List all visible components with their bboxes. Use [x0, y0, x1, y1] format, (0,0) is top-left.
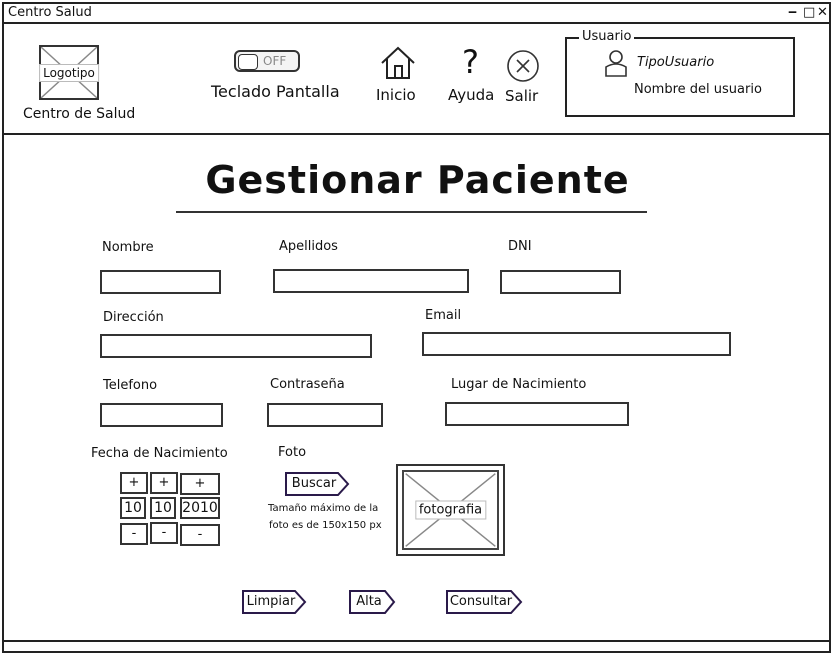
user-icon [605, 50, 627, 77]
year-increment-button[interactable]: + [180, 473, 220, 495]
contrasena-label: Contraseña [270, 377, 345, 392]
day-increment-button[interactable]: + [120, 472, 148, 494]
page-title: Gestionar Paciente [205, 158, 630, 202]
user-name: Nombre del usuario [634, 82, 762, 97]
help-label[interactable]: Ayuda [448, 86, 494, 104]
photo-size-note-line1: Tamaño máximo de la [268, 503, 379, 514]
user-type: TipoUsuario [637, 55, 715, 70]
window-title: Centro Salud [8, 5, 92, 20]
nombre-label: Nombre [102, 240, 154, 255]
email-input[interactable] [422, 332, 731, 356]
center-name: Centro de Salud [23, 106, 136, 122]
logo-label: Logotipo [39, 63, 99, 82]
toggle-knob [238, 54, 258, 70]
consultar-button-label: Consultar [449, 594, 513, 609]
apellidos-label: Apellidos [279, 239, 338, 254]
photo-placeholder: fotografia [396, 464, 505, 556]
home-icon [381, 46, 415, 79]
month-increment-button[interactable]: + [150, 472, 178, 494]
limpiar-button-label: Limpiar [246, 594, 296, 609]
home-button[interactable] [380, 46, 416, 80]
month-value[interactable]: 10 [150, 497, 176, 519]
lugar-nacimiento-input[interactable] [445, 402, 629, 426]
close-window-icon[interactable]: ✕ [817, 5, 828, 20]
maximize-icon[interactable]: □ [803, 5, 815, 20]
user-panel: Usuario TipoUsuario Nombre del usuario [565, 29, 795, 117]
buscar-button-label: Buscar [291, 476, 337, 491]
photo-placeholder-label: fotografia [414, 500, 487, 520]
help-icon[interactable]: ? [462, 44, 479, 80]
month-decrement-button[interactable]: - [150, 522, 178, 544]
apellidos-input[interactable] [273, 269, 469, 293]
alta-button[interactable]: Alta [348, 589, 396, 615]
buscar-button[interactable]: Buscar [284, 471, 350, 497]
minimize-icon[interactable]: ‒ [788, 5, 797, 20]
contrasena-input[interactable] [267, 403, 383, 427]
nombre-input[interactable] [100, 270, 221, 294]
close-circle-icon [507, 50, 539, 82]
year-decrement-button[interactable]: - [180, 524, 220, 546]
telefono-label: Telefono [103, 378, 158, 393]
title-bar: Centro Salud ‒ □ ✕ [2, 2, 831, 24]
consultar-button[interactable]: Consultar [445, 589, 523, 615]
title-underline [176, 211, 647, 213]
header-divider [2, 133, 831, 135]
direccion-label: Dirección [103, 310, 164, 325]
email-label: Email [425, 308, 462, 323]
telefono-input[interactable] [100, 403, 223, 427]
dni-input[interactable] [500, 270, 621, 294]
home-label[interactable]: Inicio [376, 86, 416, 104]
user-panel-legend: Usuario [579, 29, 635, 44]
lugar-nacimiento-label: Lugar de Nacimiento [451, 377, 587, 392]
footer-divider [2, 640, 831, 642]
direccion-input[interactable] [100, 334, 372, 358]
dni-label: DNI [508, 239, 532, 254]
keyboard-toggle[interactable]: OFF [234, 50, 300, 72]
exit-button[interactable] [506, 49, 540, 83]
keyboard-toggle-label: Teclado Pantalla [211, 82, 340, 101]
photo-size-note-line2: foto es de 150x150 px [269, 520, 382, 531]
foto-label: Foto [278, 445, 307, 460]
year-value[interactable]: 2010 [180, 497, 220, 519]
limpiar-button[interactable]: Limpiar [241, 589, 307, 615]
logo-placeholder: Logotipo [39, 45, 99, 100]
alta-button-label: Alta [356, 594, 382, 609]
fecha-nacimiento-label: Fecha de Nacimiento [91, 446, 228, 461]
toggle-state: OFF [263, 54, 287, 68]
day-decrement-button[interactable]: - [120, 523, 148, 545]
day-value[interactable]: 10 [120, 497, 146, 519]
exit-label[interactable]: Salir [505, 87, 538, 105]
